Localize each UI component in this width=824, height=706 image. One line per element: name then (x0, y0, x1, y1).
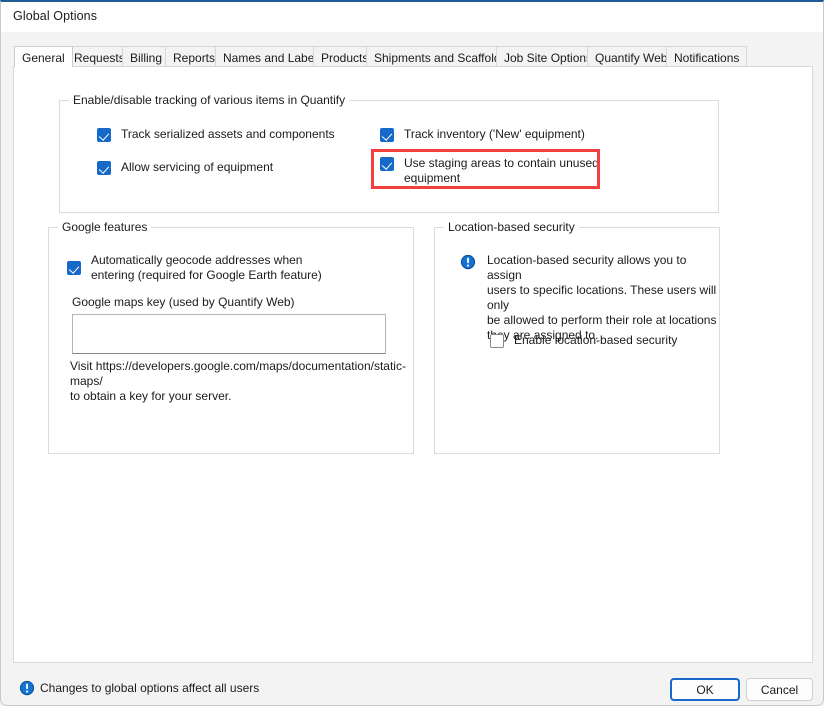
auto-geocode-checkbox[interactable] (67, 261, 81, 275)
tab-quantify-web[interactable]: Quantify Web (587, 46, 676, 67)
tab-general[interactable]: General (14, 46, 73, 67)
maps-key-label: Google maps key (used by Quantify Web) (72, 295, 295, 309)
enable-location-security-label: Enable location-based security (514, 333, 678, 347)
track-serialized-assets-label: Track serialized assets and components (121, 127, 335, 141)
status-info-exclamation-icon (19, 680, 35, 696)
checkbox-row-allow-servicing[interactable]: Allow servicing of equipment (97, 160, 273, 175)
checkbox-row-auto-geocode[interactable]: Automatically geocode addresses when ent… (67, 253, 397, 283)
tab-content-panel: Enable/disable tracking of various items… (13, 66, 813, 663)
tab-billing[interactable]: Billing (122, 46, 171, 67)
location-security-description: Location-based security allows you to as… (487, 253, 717, 342)
tracking-groupbox-title: Enable/disable tracking of various items… (69, 93, 350, 107)
google-maps-help-text: Visit https://developers.google.com/maps… (70, 359, 406, 403)
status-message: Changes to global options affect all use… (40, 681, 260, 695)
enable-location-security-checkbox[interactable] (490, 334, 504, 348)
checkbox-row-use-staging-areas[interactable]: Use staging areas to contain unused equi… (380, 156, 599, 186)
tracking-groupbox: Enable/disable tracking of various items… (59, 93, 719, 213)
tab-shipments-and-scaffolds[interactable]: Shipments and Scaffolds (366, 46, 515, 67)
track-inventory-checkbox[interactable] (380, 128, 394, 142)
window-titlebar: Global Options (1, 2, 823, 32)
google-maps-key-input[interactable] (72, 314, 386, 354)
allow-servicing-label: Allow servicing of equipment (121, 160, 274, 174)
track-serialized-assets-checkbox[interactable] (97, 128, 111, 142)
global-options-window: Global Options General Requests Billing … (0, 0, 824, 706)
checkbox-row-track-inventory[interactable]: Track inventory ('New' equipment) (380, 127, 585, 142)
track-inventory-label: Track inventory ('New' equipment) (404, 127, 585, 141)
window-title: Global Options (13, 9, 98, 23)
ok-button[interactable]: OK (670, 678, 740, 701)
google-features-groupbox-title: Google features (58, 220, 152, 234)
location-security-groupbox-title: Location-based security (444, 220, 579, 234)
location-security-groupbox: Location-based security Location-based s… (434, 220, 720, 454)
allow-servicing-checkbox[interactable] (97, 161, 111, 175)
tab-notifications[interactable]: Notifications (666, 46, 748, 67)
auto-geocode-label: Automatically geocode addresses when ent… (91, 253, 322, 282)
cancel-button[interactable]: Cancel (746, 678, 813, 701)
checkbox-row-enable-location-security[interactable]: Enable location-based security (490, 333, 677, 348)
use-staging-areas-label: Use staging areas to contain unused equi… (404, 156, 599, 185)
checkbox-row-track-serialized-assets[interactable]: Track serialized assets and components (97, 127, 335, 142)
google-features-groupbox: Google features Automatically geocode ad… (48, 220, 414, 454)
tab-strip: General Requests Billing Reports Names a… (1, 32, 823, 67)
info-exclamation-icon (460, 254, 476, 270)
tab-job-site-options[interactable]: Job Site Options (496, 46, 601, 67)
use-staging-areas-checkbox[interactable] (380, 157, 394, 171)
